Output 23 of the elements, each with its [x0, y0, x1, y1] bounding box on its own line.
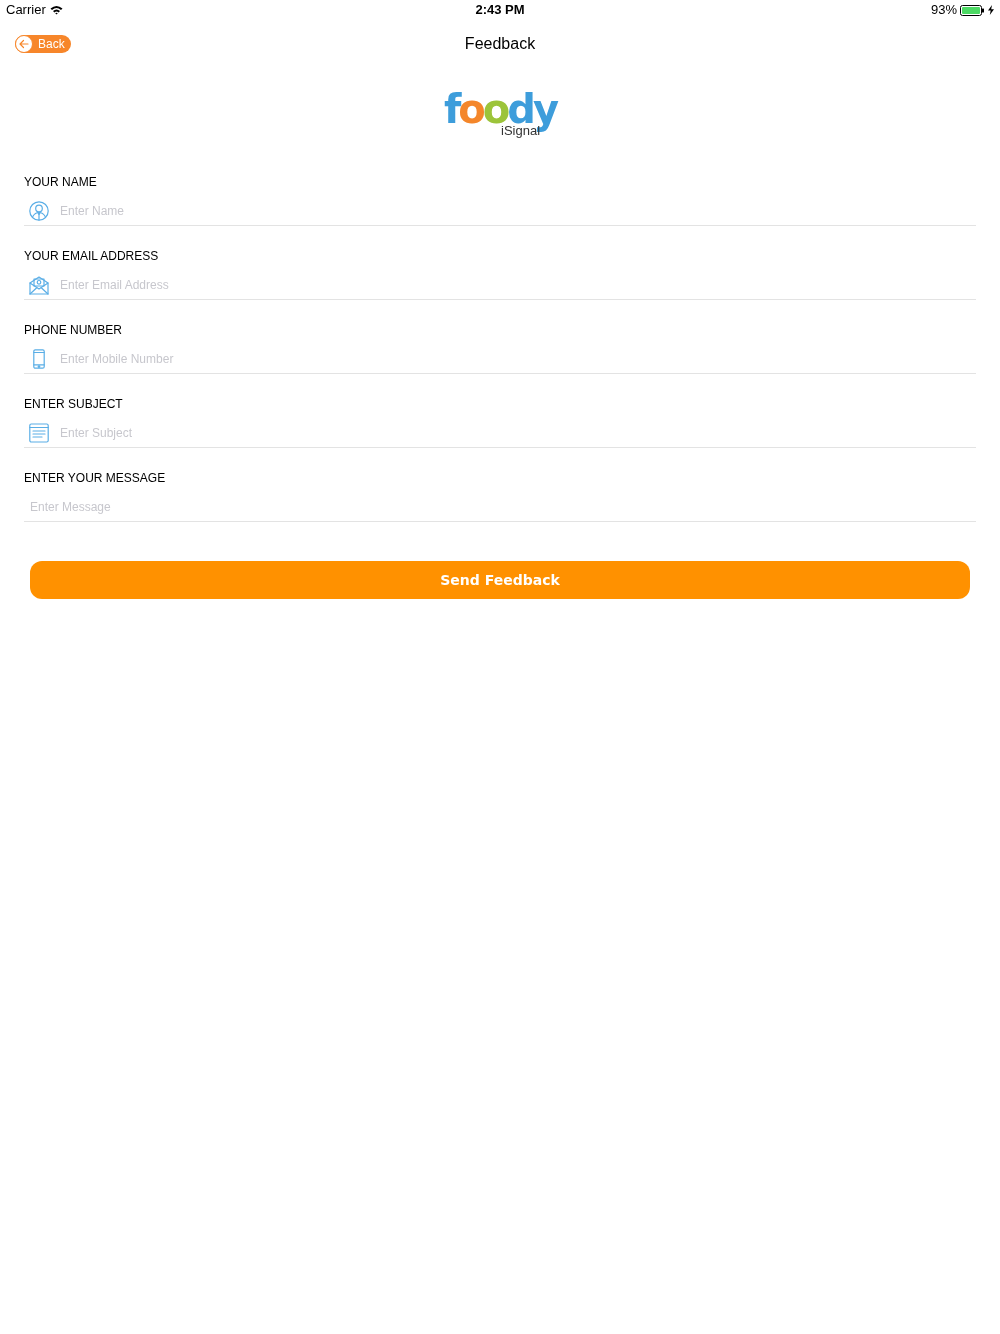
field-label: ENTER SUBJECT — [24, 396, 124, 412]
back-button[interactable]: Back — [15, 35, 71, 53]
document-icon — [29, 422, 49, 443]
subject-field[interactable]: Enter Subject — [60, 420, 976, 445]
email-field[interactable]: Enter Email Address — [60, 272, 976, 297]
carrier-label: Carrier — [6, 1, 46, 20]
name-field[interactable]: Enter Name — [60, 198, 976, 223]
time-label: 2:43 PM — [475, 1, 525, 20]
person-icon — [29, 200, 49, 221]
field-label: YOUR EMAIL ADDRESS — [24, 248, 160, 264]
phone-field[interactable]: Enter Mobile Number — [60, 346, 976, 371]
message-field[interactable]: Enter Message — [30, 494, 976, 519]
field-label: PHONE NUMBER — [24, 322, 123, 338]
page-title: Feedback — [464, 34, 536, 54]
send-feedback-button[interactable]: Send Feedback — [30, 561, 970, 599]
wifi-icon — [49, 5, 63, 15]
envelope-icon — [29, 274, 49, 295]
field-label: YOUR NAME — [24, 174, 98, 190]
phone-icon — [33, 348, 45, 369]
field-label: ENTER YOUR MESSAGE — [24, 470, 167, 486]
battery-icon — [960, 4, 985, 16]
charging-bolt-icon — [988, 5, 994, 15]
battery-percent: 93% — [930, 1, 957, 20]
